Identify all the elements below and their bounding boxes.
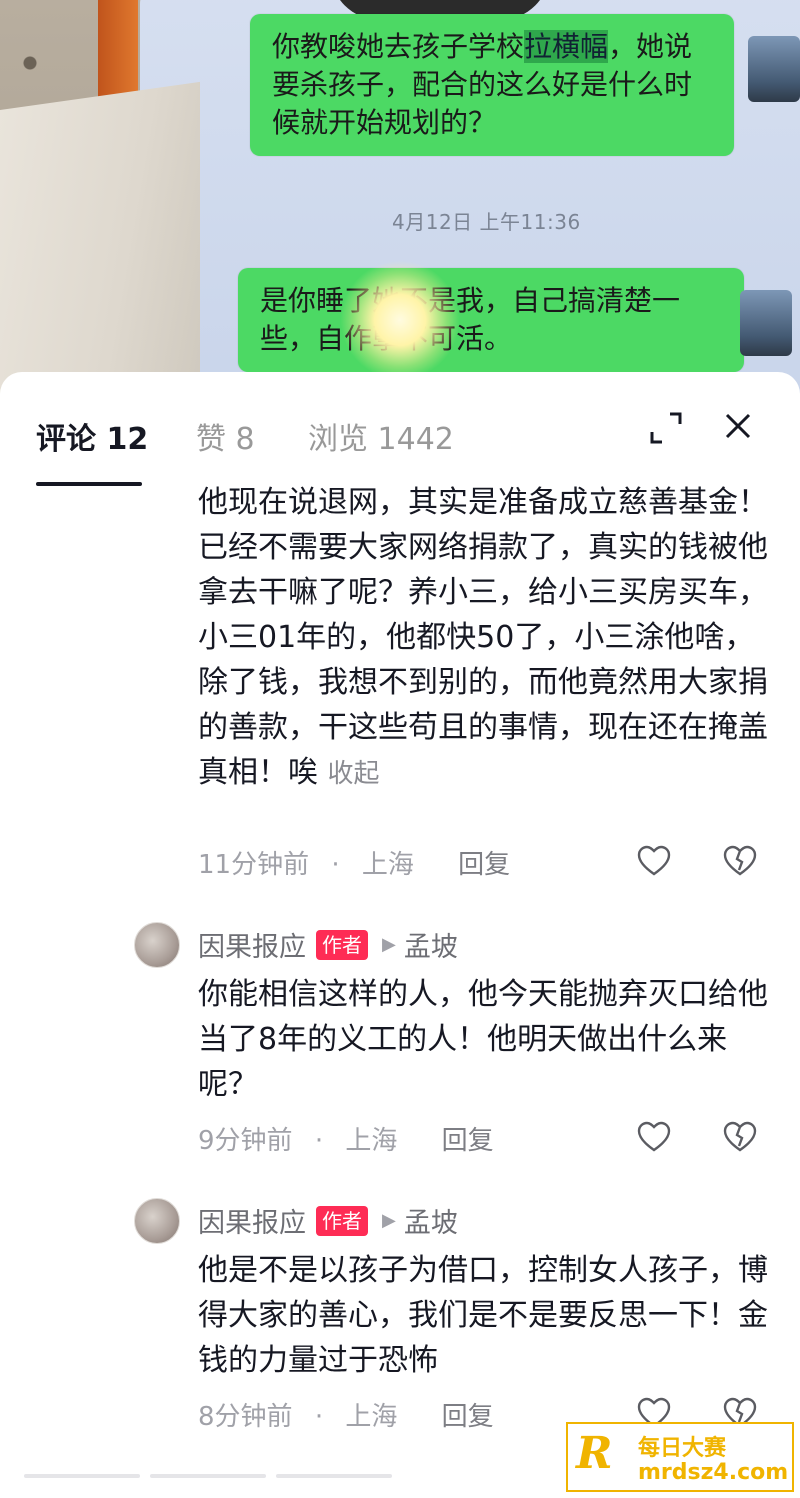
meta-separator: · xyxy=(314,1126,324,1156)
avatar[interactable] xyxy=(134,1198,180,1244)
tab-indicator xyxy=(36,482,142,486)
reply-button[interactable]: 回复 xyxy=(442,1126,494,1156)
reply-arrow-icon: ▶ xyxy=(382,934,396,955)
tab-comments[interactable]: 评论 12 xyxy=(36,414,148,458)
comment-location: 上海 xyxy=(345,1126,398,1156)
watermark-letter: R xyxy=(576,1428,613,1479)
comment-text: 他是不是以孩子为借口，控制女人孩子，博得大家的善心，我们是不是要反思一下！金钱的… xyxy=(198,1253,768,1378)
meta-separator: · xyxy=(331,850,340,880)
reply-to-user[interactable]: 孟坡 xyxy=(404,1201,458,1240)
reply-button[interactable]: 回复 xyxy=(458,850,510,880)
username[interactable]: 因果报应 xyxy=(198,925,306,964)
scroll-indicator xyxy=(24,1474,140,1478)
light-glare xyxy=(340,260,460,380)
tab-bar: 评论 12 赞 8 浏览 1442 xyxy=(0,372,800,490)
scroll-indicator xyxy=(276,1474,392,1478)
tab-views[interactable]: 浏览 1442 xyxy=(308,414,454,458)
like-icon[interactable] xyxy=(637,845,671,877)
comment-time: 8分钟前 xyxy=(198,1402,293,1432)
collapse-link[interactable]: 收起 xyxy=(328,759,380,789)
close-icon[interactable] xyxy=(720,408,756,444)
reply-to-user[interactable]: 孟坡 xyxy=(404,925,458,964)
comment-sheet: 评论 12 赞 8 浏览 1442 他现在说退网，其实是准备成立慈善基金！已经不… xyxy=(0,372,800,1498)
tab-likes[interactable]: 赞 8 xyxy=(196,414,255,458)
expand-icon[interactable] xyxy=(648,410,684,446)
chat-avatar xyxy=(740,290,792,356)
comment-location: 上海 xyxy=(345,1402,398,1432)
comment-meta: 11分钟前 · 上海 回复 xyxy=(198,844,510,881)
chat-bubble: 你教唆她去孩子学校拉横幅，她说要杀孩子，配合的这么好是什么时候就开始规划的？ xyxy=(250,14,734,156)
comment-time: 9分钟前 xyxy=(198,1126,293,1156)
comment-meta: 8分钟前 · 上海 回复 xyxy=(198,1396,494,1433)
comment-meta: 9分钟前 · 上海 回复 xyxy=(198,1120,494,1157)
watermark-cn: 每日大赛 xyxy=(638,1436,727,1461)
like-icon[interactable] xyxy=(637,1121,671,1153)
avatar[interactable] xyxy=(134,922,180,968)
dislike-icon[interactable] xyxy=(723,1121,757,1153)
chat-timestamp: 4月12日 上午11:36 xyxy=(392,210,581,234)
username[interactable]: 因果报应 xyxy=(198,1201,306,1240)
scroll-indicator xyxy=(150,1474,266,1478)
background-tissue xyxy=(0,81,200,420)
watermark-en: mrdsz4.com xyxy=(638,1460,789,1485)
reply-header: 因果报应 作者 ▶ 孟坡 xyxy=(198,925,458,964)
reply-button[interactable]: 回复 xyxy=(442,1402,494,1432)
watermark-logo: R 每日大赛 mrdsz4.com xyxy=(566,1422,794,1492)
author-badge: 作者 xyxy=(316,929,368,960)
chat-photo: 你教唆她去孩子学校拉横幅，她说要杀孩子，配合的这么好是什么时候就开始规划的？ 4… xyxy=(0,0,800,420)
author-badge: 作者 xyxy=(316,1205,368,1236)
chat-bubble: 是你睡了她不是我，自己搞清楚一些，自作孽不可活。 xyxy=(238,268,744,372)
comment-text: 他现在说退网，其实是准备成立慈善基金！已经不需要大家网络捐款了，真实的钱被他拿去… xyxy=(198,485,768,790)
comment-text: 你能相信这样的人，他今天能抛弃灭口给他当了8年的义工的人！他明天做出什么来呢？ xyxy=(198,977,768,1102)
reply-header: 因果报应 作者 ▶ 孟坡 xyxy=(198,1201,458,1240)
meta-separator: · xyxy=(314,1402,324,1432)
chat-avatar xyxy=(748,36,800,102)
dislike-icon[interactable] xyxy=(723,845,757,877)
comment-time: 11分钟前 xyxy=(198,850,310,880)
reply-arrow-icon: ▶ xyxy=(382,1210,396,1231)
comment-location: 上海 xyxy=(361,850,414,880)
